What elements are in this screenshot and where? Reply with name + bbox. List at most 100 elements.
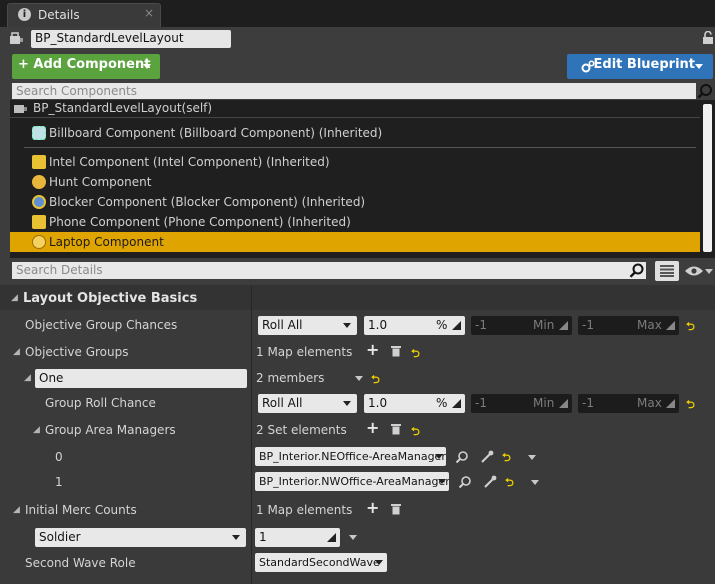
chevron-down-icon	[232, 535, 240, 540]
component-phone[interactable]: Phone Component (Phone Component) (Inher…	[10, 212, 700, 232]
set-element-index: 1	[55, 475, 63, 489]
reset-to-default-icon[interactable]: ⮌	[502, 449, 511, 468]
actor-icon	[14, 105, 27, 113]
browse-icon[interactable]	[455, 450, 469, 464]
merc-count-field[interactable]: 1	[255, 528, 340, 547]
eyedropper-icon[interactable]	[480, 450, 494, 464]
resize-icon	[327, 533, 336, 542]
list-view-icon	[660, 265, 674, 277]
group-roll-chance-max[interactable]: -1 Max	[578, 394, 679, 413]
trash-icon[interactable]	[391, 503, 401, 515]
search-icon[interactable]	[629, 263, 645, 278]
objective-group-chances-min[interactable]: -1 Min	[471, 316, 572, 335]
add-element-icon[interactable]: +	[366, 340, 379, 359]
reset-to-default-icon[interactable]: ⮌	[411, 423, 420, 442]
eyedropper-icon[interactable]	[483, 475, 497, 489]
info-icon: i	[18, 8, 31, 21]
component-intel[interactable]: Intel Component (Intel Component) (Inher…	[10, 152, 700, 172]
add-element-icon[interactable]: +	[366, 418, 379, 437]
hunt-icon	[32, 175, 46, 189]
chevron-down-icon[interactable]	[355, 376, 363, 381]
view-options-button[interactable]	[655, 261, 679, 281]
chevron-down-icon[interactable]	[349, 535, 357, 540]
resize-icon	[666, 321, 675, 330]
collapse-icon[interactable]: ◢	[33, 425, 40, 435]
browse-icon[interactable]	[458, 475, 472, 489]
collapse-icon[interactable]: ◢	[13, 347, 20, 357]
component-laptop[interactable]: Laptop Component	[10, 232, 700, 252]
actor-icon	[10, 32, 23, 44]
resize-icon	[666, 399, 675, 408]
edit-blueprint-button[interactable]: Edit Blueprint	[567, 54, 713, 79]
reset-to-default-icon[interactable]: ⮌	[686, 318, 695, 337]
trash-icon[interactable]	[391, 423, 401, 435]
tab-title: Details	[38, 8, 80, 22]
add-element-icon[interactable]: +	[366, 498, 379, 517]
objective-groups-label: Objective Groups	[25, 345, 129, 359]
group-roll-chance-min[interactable]: -1 Min	[471, 394, 572, 413]
billboard-icon	[32, 126, 46, 140]
set-element-index: 0	[55, 450, 63, 464]
tab-details[interactable]: i Details ×	[7, 3, 161, 27]
initial-merc-counts-summary: 1 Map elements	[256, 503, 353, 517]
visibility-filter-button[interactable]	[684, 263, 714, 279]
resize-icon	[452, 399, 461, 408]
chevron-down-icon[interactable]	[531, 480, 539, 485]
objective-group-chances-mode[interactable]: Roll All	[258, 316, 357, 335]
group-roll-chance-value[interactable]: 1.0 %	[364, 394, 465, 413]
chevron-down-icon	[435, 454, 443, 459]
objective-group-chances-value[interactable]: 1.0 %	[364, 316, 465, 335]
search-icon[interactable]	[697, 83, 714, 99]
chevron-down-icon	[375, 560, 383, 565]
component-billboard[interactable]: Billboard Component (Billboard Component…	[10, 123, 700, 143]
chevron-down-icon	[343, 401, 351, 406]
resize-icon	[452, 321, 461, 330]
group-roll-chance-label: Group Roll Chance	[45, 396, 156, 410]
component-blocker[interactable]: Blocker Component (Blocker Component) (I…	[10, 192, 700, 212]
eye-icon	[685, 266, 703, 276]
phone-icon	[32, 215, 46, 229]
reset-to-default-icon[interactable]: ⮌	[686, 396, 695, 415]
reset-to-default-icon[interactable]: ⮌	[411, 345, 420, 364]
gears-icon	[581, 60, 595, 73]
blueprint-name-field[interactable]: BP_StandardLevelLayout	[31, 30, 231, 48]
resize-icon	[559, 399, 568, 408]
divider	[24, 147, 696, 148]
area-manager-picker[interactable]: BP_Interior.NEOffice-AreaManager	[255, 447, 446, 466]
group-roll-chance-mode[interactable]: Roll All	[258, 394, 357, 413]
chevron-down-icon	[695, 64, 703, 69]
search-components-input[interactable]: Search Components	[12, 83, 696, 99]
second-wave-role-select[interactable]: StandardSecondWave	[255, 553, 387, 572]
laptop-icon	[32, 235, 46, 249]
objective-groups-summary: 1 Map elements	[256, 345, 353, 359]
component-hunt[interactable]: Hunt Component	[10, 172, 700, 192]
second-wave-role-label: Second Wave Role	[25, 556, 136, 570]
group-area-managers-label: Group Area Managers	[45, 423, 176, 437]
trash-icon[interactable]	[391, 345, 401, 357]
close-icon[interactable]: ×	[144, 6, 154, 20]
merc-type-select[interactable]: Soldier	[35, 528, 246, 547]
add-component-button[interactable]: + Add Component	[12, 54, 160, 79]
blocker-icon	[32, 195, 46, 209]
component-self[interactable]: BP_StandardLevelLayout(self)	[10, 100, 700, 118]
search-details-input[interactable]: Search Details	[12, 262, 646, 279]
reset-to-default-icon[interactable]: ⮌	[371, 371, 380, 390]
objective-group-members: 2 members	[256, 371, 325, 385]
area-manager-picker[interactable]: BP_Interior.NWOffice-AreaManager	[255, 472, 449, 491]
resize-icon	[559, 321, 568, 330]
objective-group-chances-label: Objective Group Chances	[25, 318, 178, 332]
column-splitter[interactable]	[251, 285, 252, 584]
scrollbar-thumb[interactable]	[703, 104, 712, 252]
collapse-icon[interactable]: ◢	[24, 373, 31, 383]
chevron-down-icon	[438, 479, 446, 484]
lock-icon[interactable]	[702, 31, 714, 45]
category-row[interactable]: ◢ Layout Objective Basics	[8, 288, 715, 310]
objective-group-chances-max[interactable]: -1 Max	[578, 316, 679, 335]
chevron-down-icon	[343, 323, 351, 328]
chevron-down-icon	[705, 269, 713, 274]
chevron-down-icon	[143, 64, 151, 69]
objective-group-key-field[interactable]: One	[35, 369, 247, 388]
reset-to-default-icon[interactable]: ⮌	[505, 474, 514, 493]
collapse-icon[interactable]: ◢	[13, 505, 20, 515]
chevron-down-icon[interactable]	[528, 455, 536, 460]
